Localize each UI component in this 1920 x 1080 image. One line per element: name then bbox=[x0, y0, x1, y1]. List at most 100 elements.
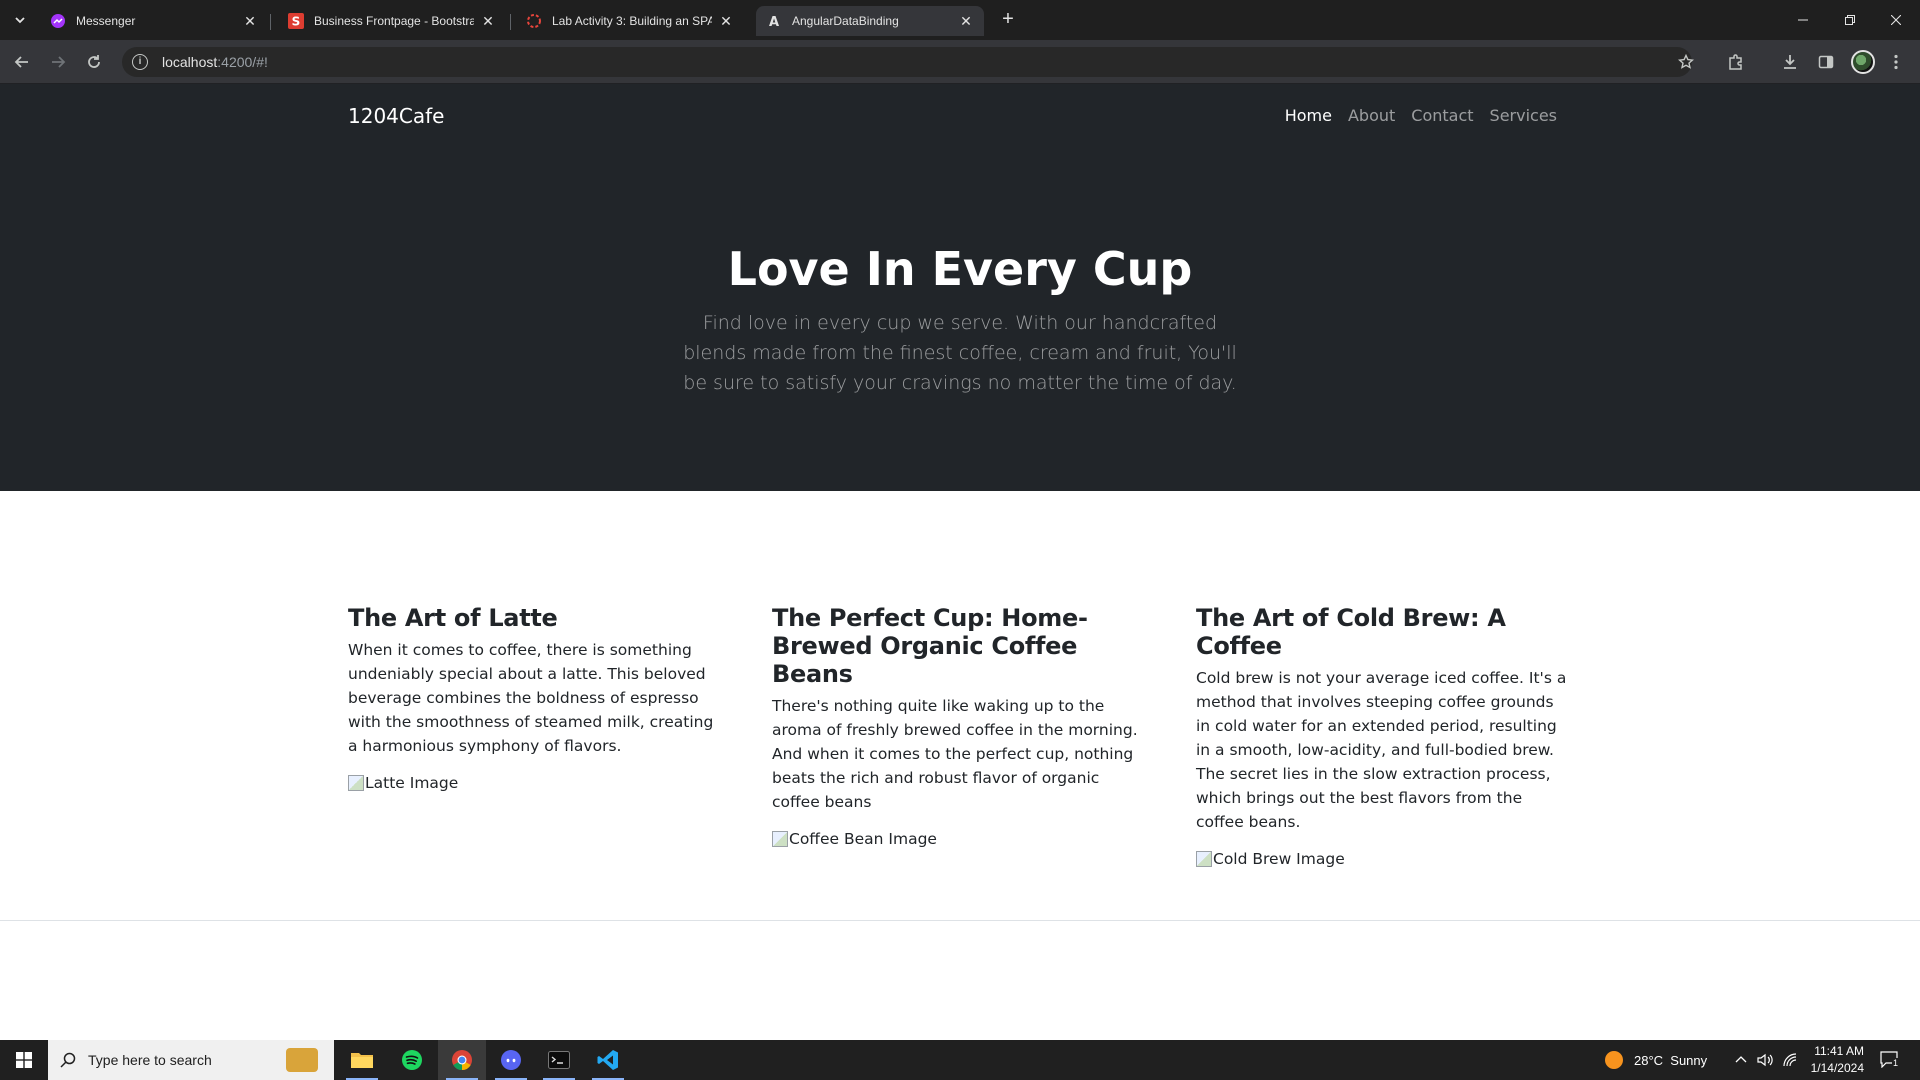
vscode-icon bbox=[597, 1050, 618, 1070]
startbootstrap-icon: S bbox=[288, 13, 304, 29]
forward-arrow-icon bbox=[52, 56, 66, 68]
broken-image-icon bbox=[348, 775, 364, 791]
vscode-button[interactable] bbox=[584, 1040, 632, 1080]
brand-logo[interactable]: 1204Cafe bbox=[348, 104, 444, 128]
tab-lab-activity[interactable]: Lab Activity 3: Building an SPA f ✕ bbox=[516, 6, 744, 36]
close-window-button[interactable] bbox=[1873, 0, 1919, 40]
nav-services[interactable]: Services bbox=[1482, 106, 1565, 125]
minimize-icon bbox=[1798, 19, 1808, 21]
puzzle-icon bbox=[1729, 54, 1742, 70]
spotify-button[interactable] bbox=[388, 1040, 436, 1080]
file-explorer-button[interactable] bbox=[338, 1040, 386, 1080]
tab-title: AngularDataBinding bbox=[792, 14, 899, 28]
discord-button[interactable] bbox=[487, 1040, 535, 1080]
footer-divider bbox=[0, 920, 1920, 921]
tab-separator bbox=[270, 14, 271, 30]
windows-logo-icon bbox=[16, 1052, 32, 1068]
windows-taskbar: Type here to search 28°C Sunny 11:41 AM … bbox=[0, 1040, 1920, 1080]
close-tab-icon[interactable]: ✕ bbox=[718, 13, 734, 29]
card-body: Cold brew is not your average iced coffe… bbox=[1196, 669, 1567, 831]
web-page: 1204Cafe Home About Contact Services Lov… bbox=[0, 84, 1920, 1040]
wifi-icon bbox=[1783, 1053, 1797, 1067]
clock-date: 1/14/2024 bbox=[1810, 1061, 1864, 1075]
image-alt-text: Coffee Bean Image bbox=[789, 830, 937, 848]
restore-icon bbox=[1845, 15, 1855, 25]
image-alt-text: Cold Brew Image bbox=[1213, 850, 1345, 868]
cold-brew-image: Cold Brew Image bbox=[1196, 850, 1572, 868]
feature-card-latte: The Art of Latte When it comes to coffee… bbox=[348, 604, 724, 868]
volume-button[interactable] bbox=[1757, 1052, 1773, 1073]
speaker-icon bbox=[1757, 1053, 1773, 1067]
nav-home[interactable]: Home bbox=[1277, 106, 1340, 125]
close-tab-icon[interactable]: ✕ bbox=[480, 13, 496, 29]
card-title: The Perfect Cup: Home-Brewed Organic Cof… bbox=[772, 604, 1088, 688]
network-button[interactable] bbox=[1782, 1052, 1798, 1073]
browser-menu-button[interactable] bbox=[1882, 48, 1910, 76]
url-host: localhost bbox=[162, 54, 218, 70]
more-vertical-icon bbox=[1894, 54, 1898, 70]
bookmark-button[interactable] bbox=[1672, 48, 1700, 76]
search-placeholder: Type here to search bbox=[88, 1052, 212, 1068]
feature-card-cold-brew: The Art of Cold Brew: A Coffee Cold brew… bbox=[1196, 604, 1572, 868]
browser-toolbar: i localhost:4200/#! bbox=[0, 40, 1920, 84]
image-alt-text: Latte Image bbox=[365, 774, 459, 792]
site-info-icon[interactable]: i bbox=[132, 54, 148, 70]
tab-business-frontpage[interactable]: S Business Frontpage - Bootstrap ✕ bbox=[278, 6, 506, 36]
nav-about[interactable]: About bbox=[1340, 106, 1403, 125]
downloads-button[interactable] bbox=[1776, 48, 1804, 76]
spotify-icon bbox=[402, 1050, 422, 1070]
taskbar-clock[interactable]: 11:41 AM 1/14/2024 bbox=[1811, 1043, 1864, 1077]
tab-search-button[interactable] bbox=[8, 8, 32, 32]
nav-contact[interactable]: Contact bbox=[1403, 106, 1481, 125]
discord-icon bbox=[501, 1050, 521, 1070]
taskbar-search[interactable]: Type here to search bbox=[48, 1040, 334, 1080]
card-body: There's nothing quite like waking up to … bbox=[772, 697, 1138, 811]
chrome-button[interactable] bbox=[438, 1040, 486, 1080]
profile-avatar[interactable] bbox=[1851, 50, 1875, 74]
show-hidden-icons-button[interactable] bbox=[1734, 1053, 1748, 1072]
side-panel-icon bbox=[1818, 55, 1834, 69]
svg-text:A: A bbox=[769, 15, 779, 29]
back-button[interactable] bbox=[8, 48, 36, 76]
weather-text: 28°C Sunny bbox=[1634, 1052, 1708, 1068]
close-tab-icon[interactable]: ✕ bbox=[958, 13, 974, 29]
tab-messenger[interactable]: Messenger ✕ bbox=[40, 6, 268, 36]
tab-separator bbox=[510, 14, 511, 30]
folder-icon bbox=[351, 1053, 373, 1068]
terminal-button[interactable] bbox=[535, 1040, 583, 1080]
chrome-icon bbox=[452, 1050, 472, 1071]
weather-widget[interactable]: 28°C Sunny bbox=[1604, 1040, 1707, 1080]
notifications-button[interactable]: 1 bbox=[1880, 1050, 1902, 1070]
clock-time: 11:41 AM bbox=[1814, 1044, 1864, 1058]
hero-lead: Find love in every cup we serve. With ou… bbox=[683, 312, 1237, 394]
feature-cards: The Art of Latte When it comes to coffee… bbox=[348, 604, 1572, 868]
terminal-icon bbox=[548, 1051, 570, 1069]
hero-title: Love In Every Cup bbox=[727, 242, 1193, 296]
side-panel-button[interactable] bbox=[1812, 48, 1840, 76]
close-tab-icon[interactable]: ✕ bbox=[242, 13, 258, 29]
forward-button[interactable] bbox=[44, 48, 72, 76]
tab-angular-data-binding[interactable]: A AngularDataBinding ✕ bbox=[756, 6, 984, 36]
browser-tab-strip: Messenger ✕ S Business Frontpage - Boots… bbox=[0, 0, 1920, 40]
star-icon bbox=[1678, 54, 1694, 69]
extensions-button[interactable] bbox=[1722, 48, 1750, 76]
messenger-icon bbox=[50, 13, 66, 29]
restore-button[interactable] bbox=[1827, 0, 1873, 40]
address-bar[interactable]: i localhost:4200/#! bbox=[122, 47, 1692, 77]
start-button[interactable] bbox=[0, 1040, 48, 1080]
broken-image-icon bbox=[1196, 851, 1212, 867]
briefcase-icon bbox=[286, 1048, 318, 1072]
latte-image: Latte Image bbox=[348, 774, 724, 792]
back-arrow-icon bbox=[14, 56, 28, 68]
angular-icon: A bbox=[766, 13, 782, 29]
chevron-up-icon bbox=[1735, 1056, 1747, 1063]
download-icon bbox=[1784, 55, 1796, 69]
reload-icon bbox=[88, 55, 100, 68]
new-tab-button[interactable]: + bbox=[996, 8, 1020, 32]
minimize-button[interactable] bbox=[1780, 0, 1826, 40]
feature-card-coffee-beans: The Perfect Cup: Home-Brewed Organic Cof… bbox=[772, 604, 1148, 868]
sun-icon bbox=[1605, 1051, 1623, 1069]
notification-count: 1 bbox=[1892, 1058, 1900, 1068]
reload-button[interactable] bbox=[80, 48, 108, 76]
card-body: When it comes to coffee, there is someth… bbox=[348, 641, 714, 755]
